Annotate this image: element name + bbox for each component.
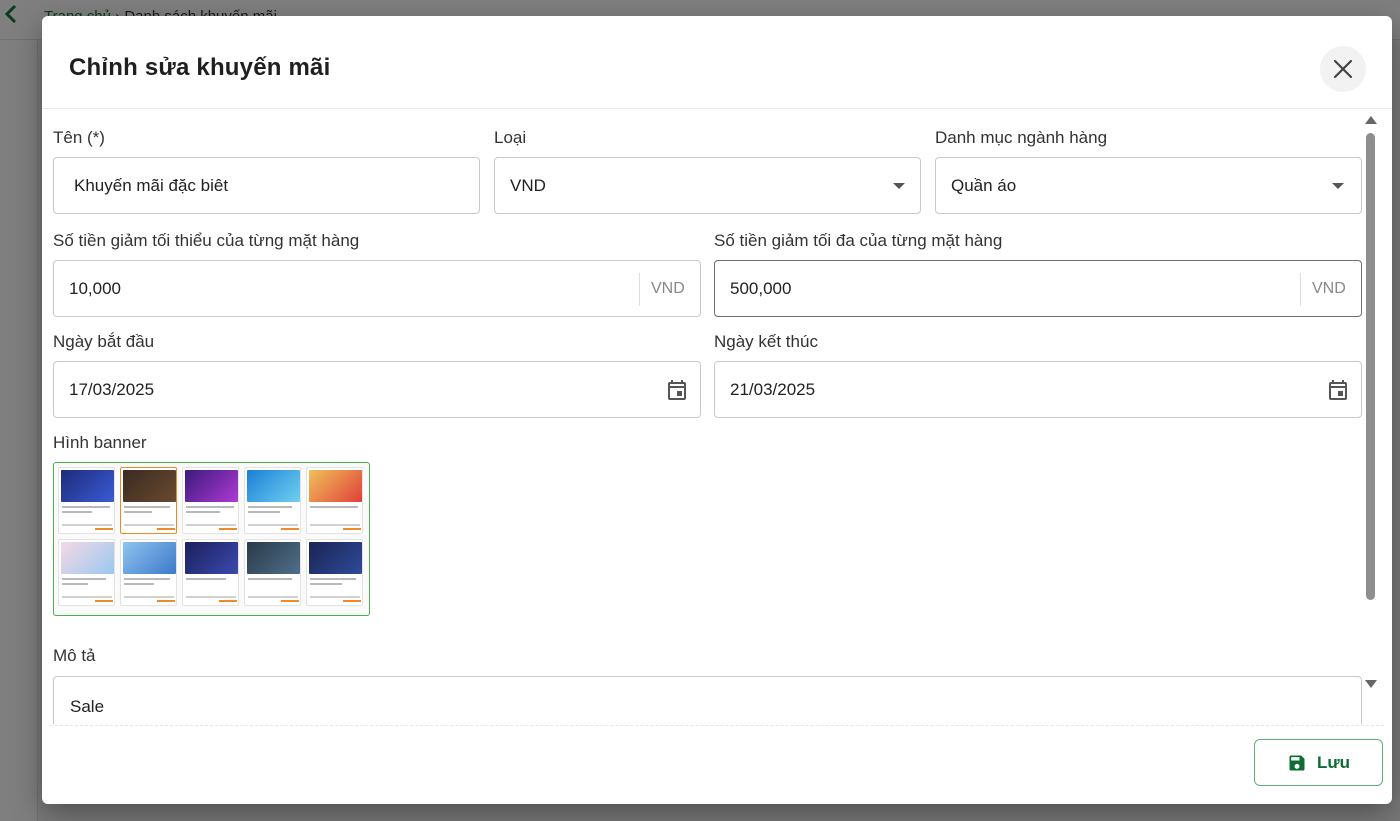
start-date-label: Ngày bắt đầu bbox=[53, 332, 155, 351]
min-discount-value: 10,000 bbox=[69, 279, 121, 298]
max-discount-unit: VND bbox=[1312, 280, 1346, 297]
description-value: Sale bbox=[70, 697, 105, 716]
banner-label: Hình banner bbox=[53, 433, 147, 452]
end-date-label: Ngày kết thúc bbox=[714, 332, 818, 351]
scrollbar[interactable] bbox=[1362, 109, 1378, 724]
banner-thumbnail bbox=[58, 539, 115, 606]
banner-thumbnail bbox=[120, 467, 177, 534]
close-button[interactable] bbox=[1320, 46, 1366, 92]
edit-promotion-dialog: Chỉnh sửa khuyến mãi Tên (*) Khuyến mãi … bbox=[42, 16, 1392, 804]
type-value: VND bbox=[510, 176, 546, 195]
description-label: Mô tả bbox=[53, 646, 96, 665]
banner-thumbnail bbox=[244, 467, 301, 534]
end-date-value: 21/03/2025 bbox=[730, 380, 816, 399]
scroll-down-arrow-icon[interactable] bbox=[1365, 680, 1377, 688]
chevron-down-icon bbox=[893, 183, 905, 189]
min-discount-unit: VND bbox=[651, 280, 685, 297]
banner-thumbnail bbox=[182, 539, 239, 606]
min-discount-label: Số tiền giảm tối thiểu của từng mặt hàng bbox=[53, 231, 360, 250]
start-date-input[interactable]: 17/03/2025 bbox=[53, 361, 701, 418]
banner-thumbnail bbox=[120, 539, 177, 606]
name-input[interactable]: Khuyến mãi đặc biêt bbox=[53, 157, 480, 214]
banner-thumbnail bbox=[306, 467, 363, 534]
category-label: Danh mục ngành hàng bbox=[935, 128, 1108, 147]
suffix-divider bbox=[1300, 273, 1301, 306]
calendar-icon[interactable] bbox=[665, 378, 689, 402]
dialog-header: Chỉnh sửa khuyến mãi bbox=[42, 16, 1392, 109]
banner-thumbnail bbox=[58, 467, 115, 534]
banner-thumbnail bbox=[182, 467, 239, 534]
footer-divider bbox=[50, 725, 1384, 726]
chevron-down-icon bbox=[1332, 183, 1344, 189]
scrollbar-thumb[interactable] bbox=[1366, 133, 1375, 600]
type-select[interactable]: VND bbox=[494, 157, 921, 214]
min-discount-input[interactable]: 10,000 VND bbox=[53, 260, 701, 317]
suffix-divider bbox=[639, 273, 640, 306]
dialog-title: Chỉnh sửa khuyến mãi bbox=[69, 54, 331, 81]
save-button-label: Lưu bbox=[1316, 752, 1351, 772]
category-select[interactable]: Quần áo bbox=[935, 157, 1362, 214]
max-discount-value: 500,000 bbox=[730, 279, 792, 298]
banner-thumbnail bbox=[244, 539, 301, 606]
max-discount-label: Số tiền giảm tối đa của từng mặt hàng bbox=[714, 231, 1003, 250]
max-discount-input[interactable]: 500,000 VND bbox=[714, 260, 1362, 317]
calendar-icon[interactable] bbox=[1326, 378, 1350, 402]
dialog-body: Tên (*) Khuyến mãi đặc biêt Loại VND Dan… bbox=[42, 109, 1392, 724]
close-icon bbox=[1333, 59, 1353, 79]
banner-thumbnail bbox=[306, 539, 363, 606]
description-textarea[interactable]: Sale bbox=[53, 676, 1362, 724]
scroll-up-arrow-icon[interactable] bbox=[1365, 116, 1377, 124]
name-value: Khuyến mãi đặc biêt bbox=[74, 176, 229, 195]
type-label: Loại bbox=[494, 128, 527, 147]
name-label: Tên (*) bbox=[53, 128, 105, 147]
end-date-input[interactable]: 21/03/2025 bbox=[714, 361, 1362, 418]
banner-image[interactable] bbox=[53, 462, 370, 616]
save-icon bbox=[1289, 755, 1305, 770]
category-value: Quần áo bbox=[951, 176, 1017, 195]
save-button[interactable]: Lưu bbox=[1254, 739, 1383, 786]
start-date-value: 17/03/2025 bbox=[69, 380, 155, 399]
